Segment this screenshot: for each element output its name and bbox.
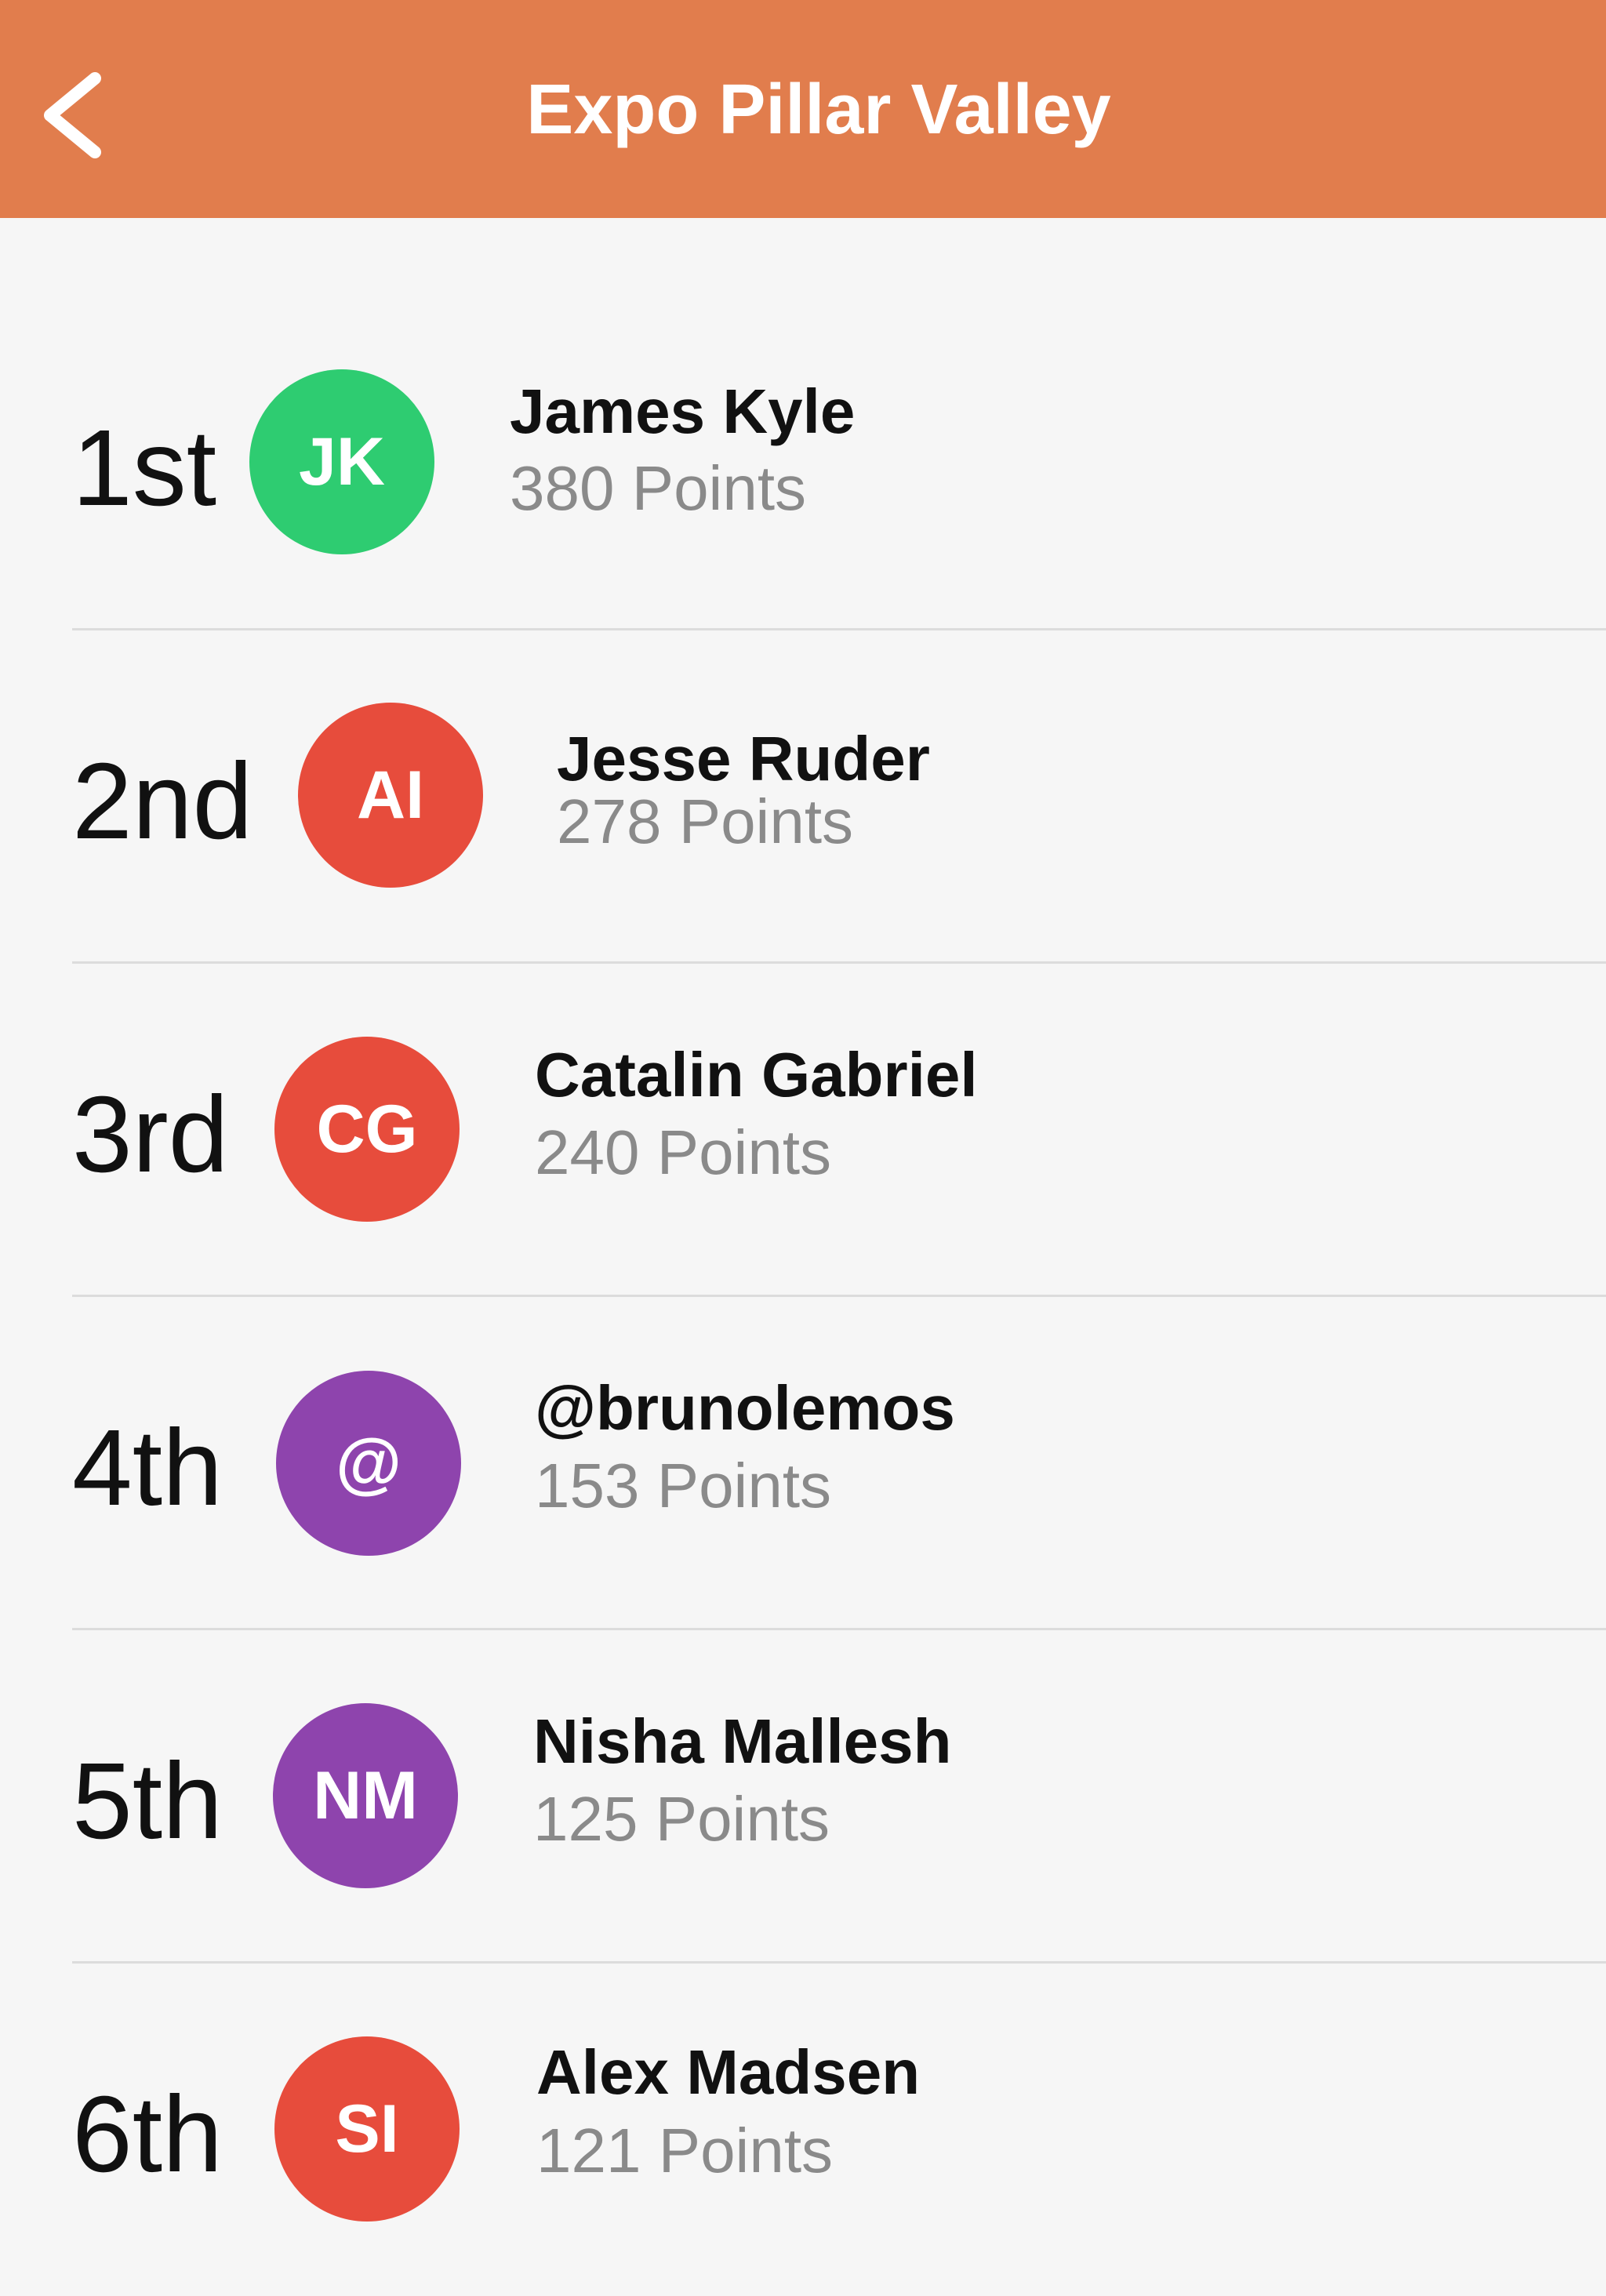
rank-label: 3rd <box>72 1074 229 1195</box>
avatar: CG <box>274 1037 460 1222</box>
player-points: 153 Points <box>535 1451 832 1520</box>
avatar: NM <box>273 1703 458 1888</box>
leaderboard-row[interactable]: 6th SI Alex Madsen 121 Points <box>0 1963 1606 2296</box>
leaderboard-row[interactable]: 4th @ @brunolemos 153 Points <box>0 1296 1606 1629</box>
rank-label: 2nd <box>72 741 253 862</box>
rank-label: 4th <box>72 1408 223 1528</box>
player-name: Jesse Ruder <box>557 724 930 794</box>
player-points: 121 Points <box>536 2116 834 2185</box>
player-points: 380 Points <box>510 453 807 523</box>
player-name: Nisha Mallesh <box>533 1706 952 1776</box>
player-points: 125 Points <box>533 1784 830 1854</box>
avatar: @ <box>276 1371 461 1556</box>
rank-label: 5th <box>72 1741 223 1862</box>
avatar-initials: JK <box>299 423 385 500</box>
player-name: @brunolemos <box>535 1373 955 1443</box>
leaderboard-row[interactable]: 1st JK James Kyle 380 Points <box>0 218 1606 554</box>
leaderboard-row[interactable]: 2nd AI Jesse Ruder 278 Points <box>0 630 1606 963</box>
app-header: Expo Pillar Valley <box>0 0 1606 218</box>
avatar: AI <box>298 703 483 888</box>
rank-label: 1st <box>72 408 217 529</box>
avatar-initials: CG <box>316 1091 418 1167</box>
avatar-initials: @ <box>336 1425 402 1501</box>
rank-label: 6th <box>72 2074 223 2195</box>
page-title: Expo Pillar Valley <box>526 71 1111 149</box>
player-points: 278 Points <box>557 787 854 856</box>
avatar: JK <box>249 369 434 554</box>
avatar-initials: AI <box>357 757 424 833</box>
avatar: SI <box>274 2036 460 2222</box>
player-points: 240 Points <box>535 1117 832 1187</box>
leaderboard-row[interactable]: 5th NM Nisha Mallesh 125 Points <box>0 1629 1606 1963</box>
leaderboard-row[interactable]: 3rd CG Catalin Gabriel 240 Points <box>0 963 1606 1296</box>
player-name: Catalin Gabriel <box>535 1040 978 1110</box>
player-name: James Kyle <box>510 376 856 446</box>
player-name: Alex Madsen <box>536 2037 921 2107</box>
avatar-initials: SI <box>335 2091 399 2167</box>
avatar-initials: NM <box>313 1757 418 1833</box>
